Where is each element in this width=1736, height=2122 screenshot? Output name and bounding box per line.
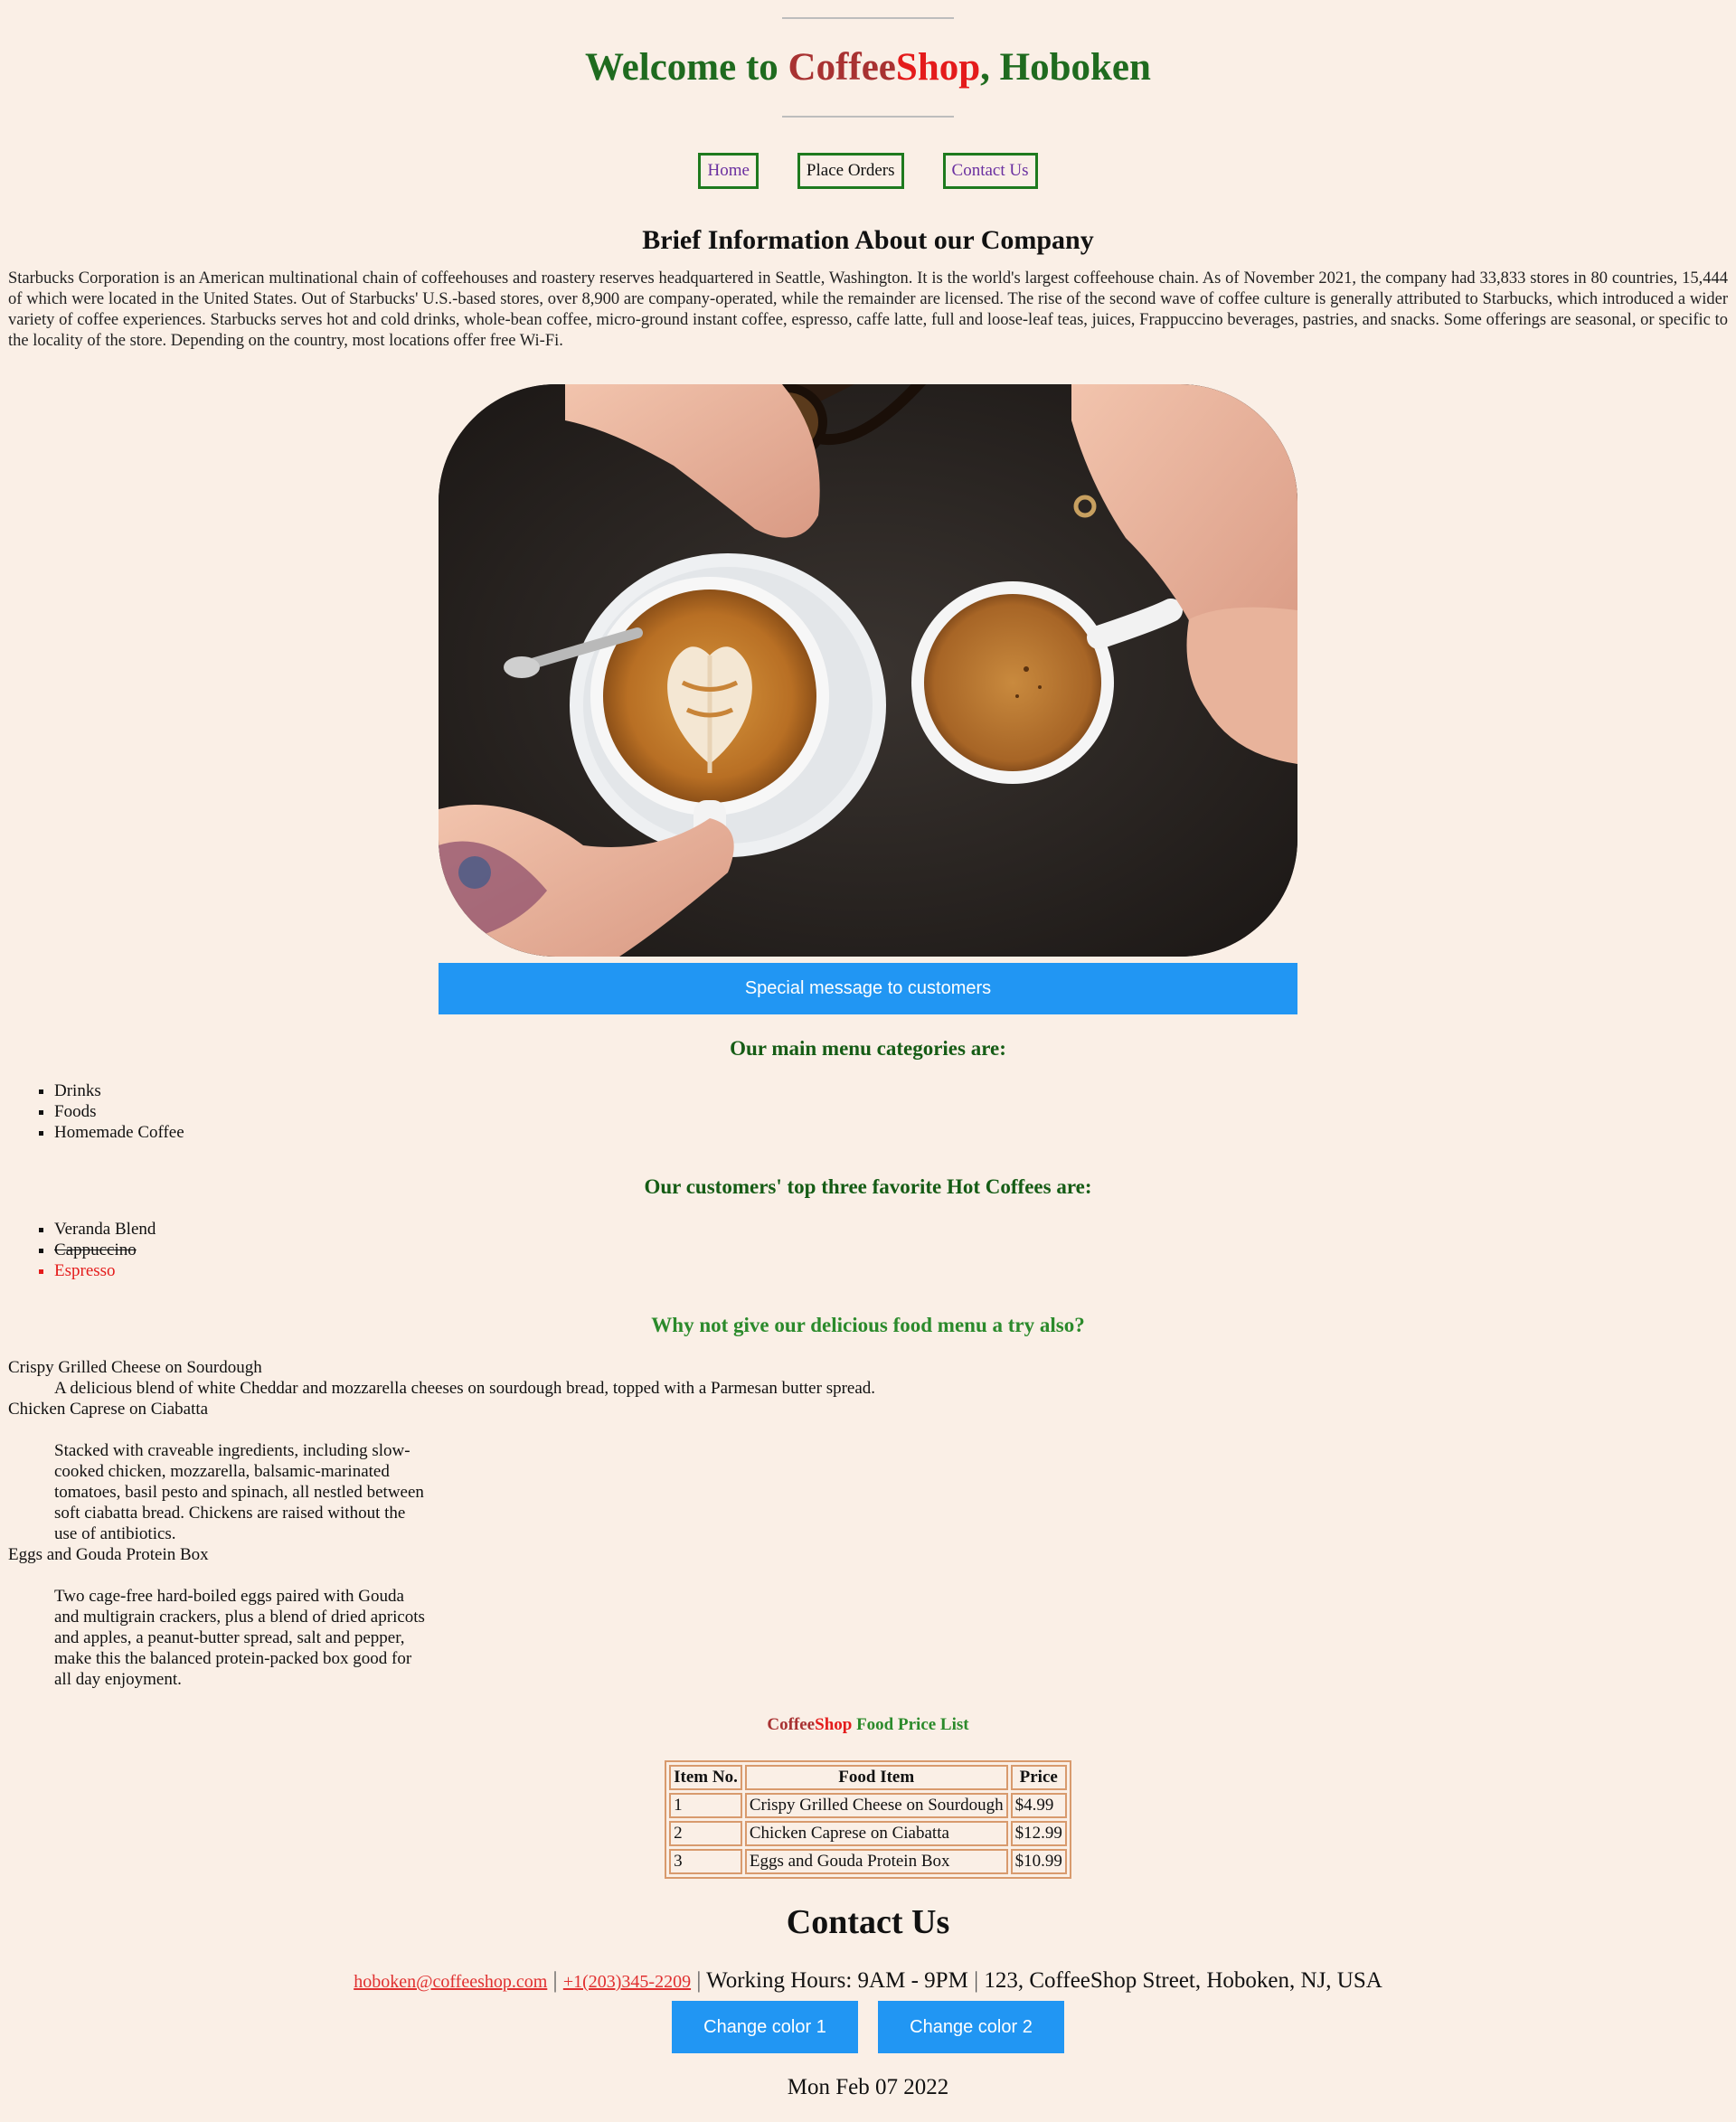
separator: |	[547, 1968, 563, 1994]
main-nav: Home Place Orders Contact Us	[0, 153, 1736, 190]
list-item: Homemade Coffee	[54, 1122, 1736, 1143]
nav-home[interactable]: Home	[698, 153, 759, 190]
contact-info: hoboken@coffeeshop.com | +1(203)345-2209…	[0, 1967, 1736, 1995]
list-item: Espresso	[54, 1260, 1736, 1281]
email-link[interactable]: hoboken@coffeeshop.com	[354, 1972, 547, 1992]
phone-link[interactable]: +1(203)345-2209	[563, 1972, 691, 1992]
list-item: Veranda Blend	[54, 1219, 1736, 1240]
coffee-hero-image	[439, 384, 1297, 957]
title-shop: Shop	[895, 46, 981, 89]
list-item: Drinks	[54, 1080, 1736, 1101]
change-color-1-button[interactable]: Change color 1	[672, 2001, 858, 2054]
price-list-title: CoffeeShop Food Price List	[0, 1715, 1736, 1735]
table-row: 1 Crispy Grilled Cheese on Sourdough $4.…	[669, 1793, 1067, 1819]
list-item: Cappuccino	[54, 1240, 1736, 1260]
table-row: 2 Chicken Caprese on Ciabatta $12.99	[669, 1821, 1067, 1847]
separator: |	[967, 1968, 985, 1994]
food-heading: Why not give our delicious food menu a t…	[651, 1314, 1085, 1337]
column-header: Item No.	[669, 1765, 742, 1791]
price-title-rest: Food Price List	[852, 1715, 969, 1735]
menu-heading: Our main menu categories are:	[730, 1037, 1006, 1061]
top-divider	[782, 17, 954, 19]
list-item: Foods	[54, 1101, 1736, 1122]
price-title-coffee: Coffee	[767, 1715, 816, 1735]
food-menu-list: Crispy Grilled Cheese on Sourdough A del…	[8, 1357, 1728, 1690]
title-coffee: Coffee	[788, 46, 896, 89]
favorites-list: Veranda Blend Cappuccino Espresso	[0, 1219, 1736, 1281]
table-cell: Eggs and Gouda Protein Box	[744, 1849, 1008, 1875]
nav-contact-us[interactable]: Contact Us	[942, 153, 1038, 190]
table-cell: Crispy Grilled Cheese on Sourdough	[744, 1793, 1008, 1819]
table-cell: $10.99	[1010, 1849, 1067, 1875]
working-hours: Working Hours: 9AM - 9PM	[706, 1968, 968, 1994]
table-header-row: Item No. Food Item Price	[669, 1765, 1067, 1791]
table-cell: 1	[669, 1793, 742, 1819]
table-cell: 2	[669, 1821, 742, 1847]
menu-categories-list: Drinks Foods Homemade Coffee	[0, 1080, 1736, 1143]
table-row: 3 Eggs and Gouda Protein Box $10.99	[669, 1849, 1067, 1875]
separator: |	[691, 1968, 707, 1994]
column-header: Food Item	[744, 1765, 1008, 1791]
food-item-name: Chicken Caprese on Ciabatta	[8, 1400, 209, 1419]
favorites-heading: Our customers' top three favorite Hot Co…	[644, 1175, 1092, 1199]
about-heading: Brief Information About our Company	[642, 225, 1094, 256]
coffee-cups-illustration	[439, 384, 1297, 957]
bottom-divider	[782, 116, 954, 118]
title-suffix: , Hoboken	[980, 46, 1151, 89]
special-message-button[interactable]: Special message to customers	[439, 963, 1297, 1015]
column-header: Price	[1010, 1765, 1067, 1791]
color-buttons: Change color 1 Change color 2	[0, 2001, 1736, 2054]
food-item-name: Crispy Grilled Cheese on Sourdough	[8, 1358, 262, 1378]
price-title-shop: Shop	[815, 1715, 853, 1735]
current-date: Mon Feb 07 2022	[787, 2075, 949, 2100]
about-text: Starbucks Corporation is an American mul…	[8, 269, 1728, 351]
title-prefix: Welcome to	[585, 46, 788, 89]
food-item-name: Eggs and Gouda Protein Box	[8, 1545, 209, 1565]
food-item-desc: A delicious blend of white Cheddar and m…	[54, 1379, 876, 1399]
table-cell: 3	[669, 1849, 742, 1875]
table-cell: $4.99	[1010, 1793, 1067, 1819]
nav-place-orders[interactable]: Place Orders	[797, 153, 904, 190]
change-color-2-button[interactable]: Change color 2	[878, 2001, 1064, 2054]
page-title: Welcome to CoffeeShop, Hoboken	[0, 46, 1736, 89]
table-cell: Chicken Caprese on Ciabatta	[744, 1821, 1008, 1847]
table-cell: $12.99	[1010, 1821, 1067, 1847]
address: 123, CoffeeShop Street, Hoboken, NJ, USA	[984, 1968, 1382, 1994]
food-item-desc: Two cage-free hard-boiled eggs paired wi…	[54, 1587, 425, 1690]
contact-heading: Contact Us	[786, 1903, 950, 1942]
food-item-desc: Stacked with craveable ingredients, incl…	[54, 1441, 424, 1544]
price-table: Item No. Food Item Price 1 Crispy Grille…	[665, 1760, 1071, 1880]
